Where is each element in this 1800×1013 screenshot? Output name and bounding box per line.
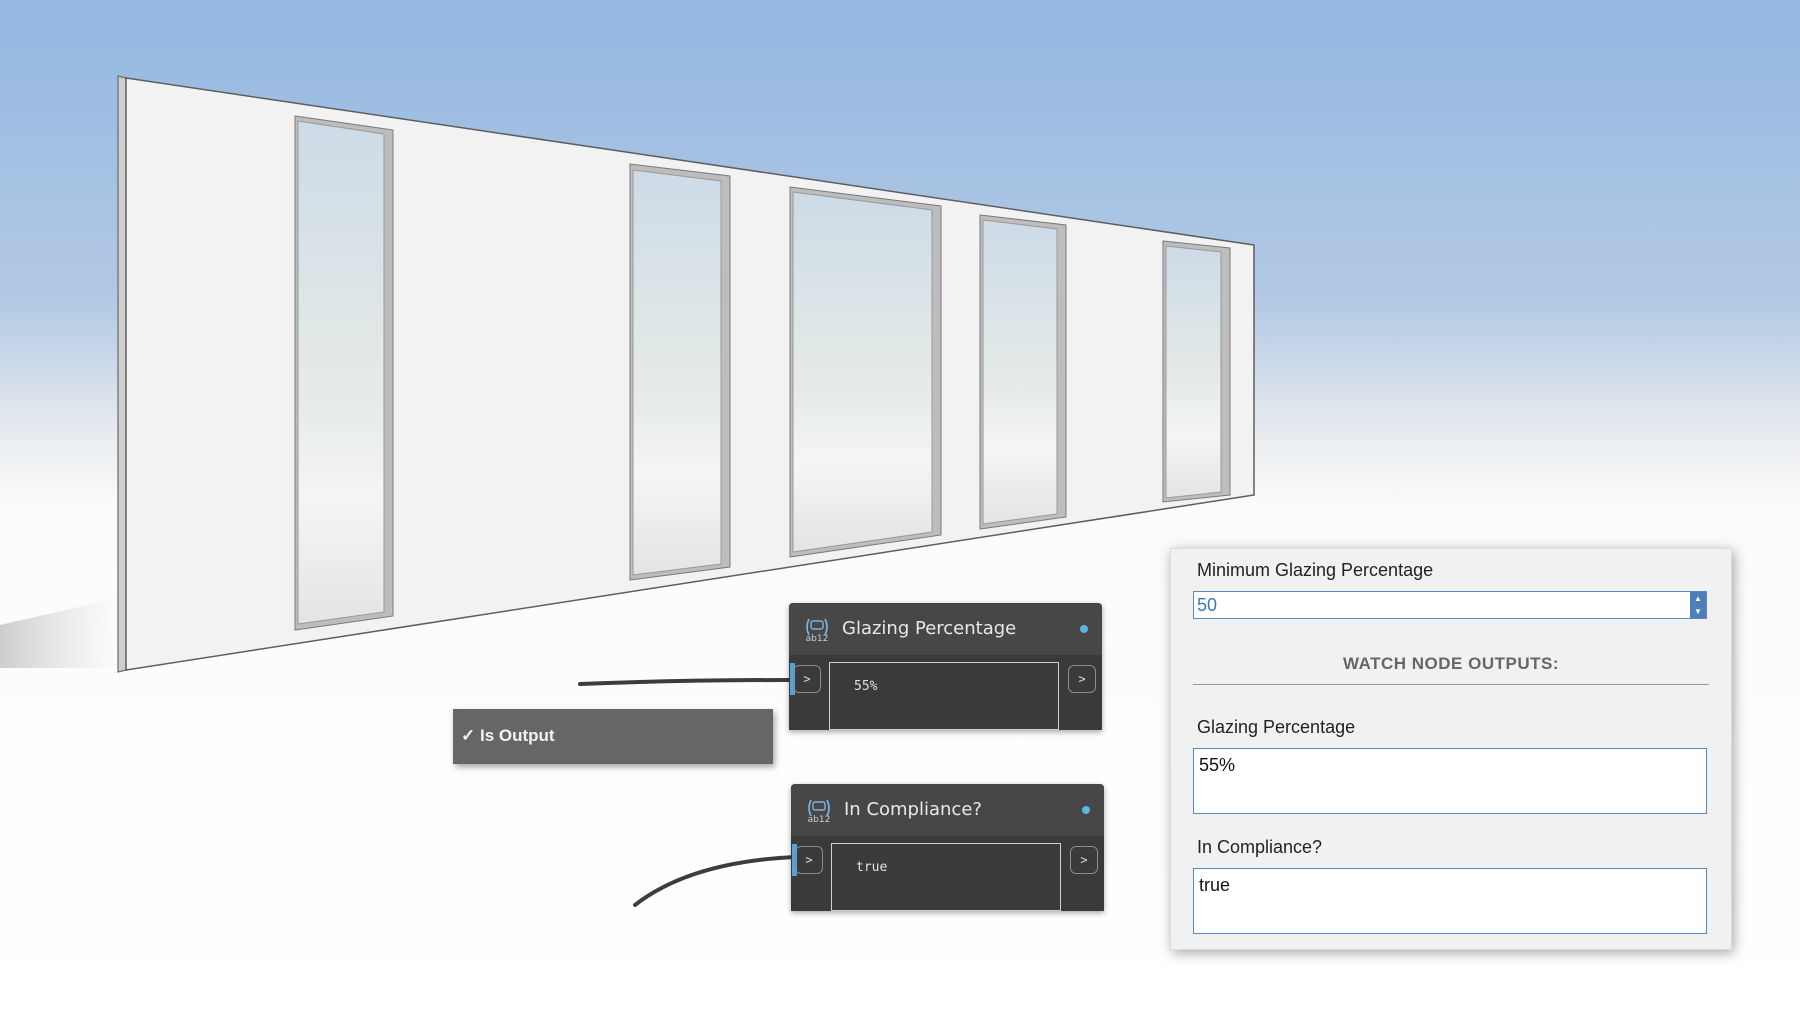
node-value: true <box>856 860 888 875</box>
menu-item-is-output[interactable]: ✓ Is Output <box>461 726 555 746</box>
window <box>789 186 942 558</box>
window <box>629 163 731 581</box>
output-port[interactable]: > <box>1068 665 1096 693</box>
spinner-arrows-icon[interactable]: ▲ ▼ <box>1690 592 1706 618</box>
node-title: Glazing Percentage <box>842 618 1017 639</box>
node-header[interactable]: ab12 Glazing Percentage <box>789 603 1102 655</box>
input-port[interactable]: > <box>793 665 821 693</box>
input-port[interactable]: > <box>795 846 823 874</box>
output-value-glazing: 55% <box>1199 755 1236 775</box>
watch-node-in-compliance[interactable]: ab12 In Compliance? > true > <box>791 784 1104 911</box>
output-value-compliance: true <box>1199 875 1231 895</box>
node-header[interactable]: ab12 In Compliance? <box>791 784 1104 836</box>
min-glazing-input[interactable]: 50 ▲ ▼ <box>1193 591 1707 619</box>
min-glazing-value: 50 <box>1197 595 1218 615</box>
node-value-box: 55% <box>829 662 1059 730</box>
divider <box>1193 684 1709 685</box>
output-field-compliance[interactable]: true <box>1193 868 1707 934</box>
parameters-panel: Minimum Glazing Percentage 50 ▲ ▼ WATCH N… <box>1170 548 1732 950</box>
node-title: In Compliance? <box>844 799 982 820</box>
min-glazing-label: Minimum Glazing Percentage <box>1197 560 1434 580</box>
svg-text:ab12: ab12 <box>806 634 829 643</box>
status-dot-icon <box>1080 625 1088 633</box>
window <box>1162 240 1231 503</box>
output-label-compliance: In Compliance? <box>1197 837 1323 857</box>
watch-node-icon: ab12 <box>808 799 831 824</box>
window <box>979 214 1067 530</box>
output-port[interactable]: > <box>1070 846 1098 874</box>
output-label-glazing: Glazing Percentage <box>1197 717 1356 737</box>
node-value-box: true <box>831 843 1061 911</box>
watch-outputs-heading: WATCH NODE OUTPUTS: <box>1342 654 1559 673</box>
wall-edge <box>117 75 127 673</box>
output-field-glazing[interactable]: 55% <box>1193 748 1707 814</box>
node-value: 55% <box>854 679 878 694</box>
window <box>294 115 394 631</box>
context-menu: ✓ Is Output <box>453 709 773 764</box>
watch-node-glazing-percentage[interactable]: ab12 Glazing Percentage > 55% > <box>789 603 1102 730</box>
svg-text:ab12: ab12 <box>808 815 831 824</box>
status-dot-icon <box>1082 806 1090 814</box>
watch-node-icon: ab12 <box>806 618 829 643</box>
